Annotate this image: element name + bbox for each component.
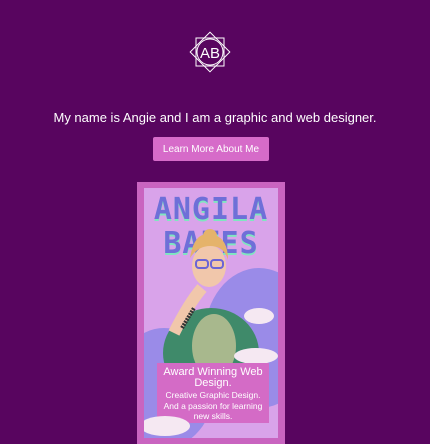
card-caption: Award Winning Web Design. Creative Graph… [157, 363, 269, 423]
portrait-illustration [163, 229, 259, 368]
caption-line1: Creative Graphic Design. [165, 390, 261, 400]
learn-more-button[interactable]: Learn More About Me [153, 137, 269, 161]
illustration: ANGILA BATES Award Winning Web Design. C… [144, 188, 278, 438]
featured-card: ANGILA BATES Award Winning Web Design. C… [137, 182, 285, 444]
ab-logo: AB [189, 31, 231, 73]
svg-text:AB: AB [200, 45, 220, 62]
tagline: My name is Angie and I am a graphic and … [53, 110, 377, 125]
caption-heading: Award Winning Web Design. [163, 366, 263, 389]
card-title-line1: ANGILA [153, 192, 269, 227]
